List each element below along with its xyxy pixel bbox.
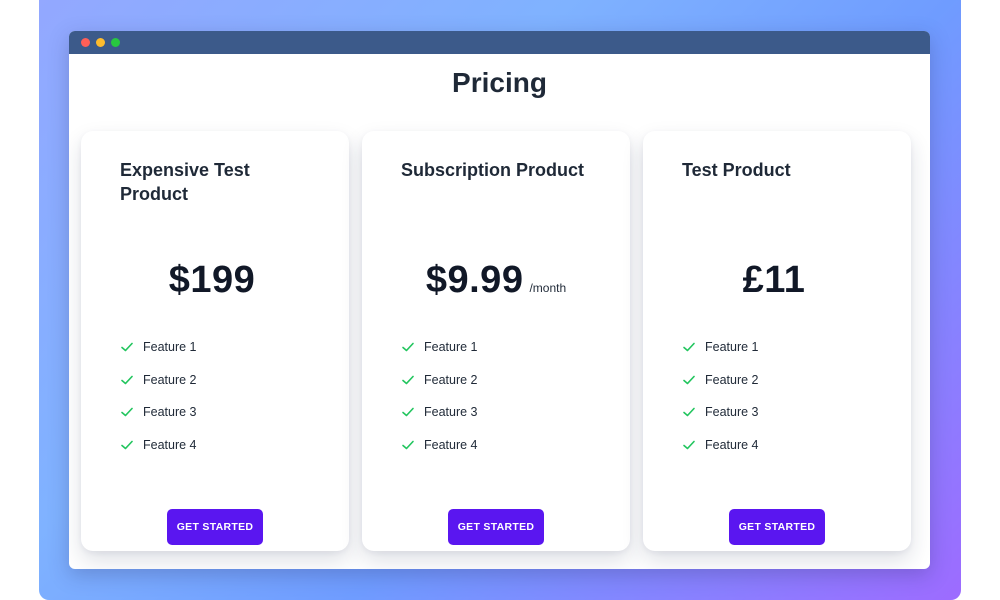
check-icon: [682, 341, 696, 353]
feature-item: Feature 2: [682, 364, 759, 397]
check-icon: [120, 406, 134, 418]
browser-window: Pricing Expensive Test Product $199 Feat…: [69, 31, 930, 569]
check-icon: [401, 439, 415, 451]
page-title: Pricing: [452, 67, 547, 98]
feature-list: Feature 1 Feature 2 Feature 3 Feature 4: [682, 331, 759, 461]
price-row: $9.99 /month: [362, 259, 630, 303]
minimize-dot-icon[interactable]: [96, 38, 105, 47]
feature-item: Feature 4: [401, 429, 478, 462]
check-icon: [401, 341, 415, 353]
feature-item: Feature 2: [120, 364, 197, 397]
check-icon: [120, 341, 134, 353]
feature-item: Feature 1: [401, 331, 478, 364]
feature-list: Feature 1 Feature 2 Feature 3 Feature 4: [120, 331, 197, 461]
price-row: £11: [643, 259, 911, 303]
check-icon: [120, 374, 134, 386]
pricing-card-expensive: Expensive Test Product $199 Feature 1 Fe…: [81, 131, 349, 551]
feature-list: Feature 1 Feature 2 Feature 3 Feature 4: [401, 331, 478, 461]
product-price: £11: [742, 259, 806, 301]
check-icon: [682, 439, 696, 451]
product-price: $9.99: [425, 259, 524, 301]
product-price: $199: [168, 259, 256, 301]
feature-label: Feature 1: [143, 340, 197, 355]
feature-item: Feature 3: [120, 396, 197, 429]
maximize-dot-icon[interactable]: [111, 38, 120, 47]
feature-label: Feature 3: [143, 405, 197, 420]
feature-label: Feature 3: [424, 405, 478, 420]
feature-item: Feature 4: [120, 429, 197, 462]
feature-label: Feature 2: [705, 372, 759, 387]
feature-item: Feature 4: [682, 429, 759, 462]
product-name: Subscription Product: [401, 160, 585, 180]
feature-label: Feature 1: [705, 340, 759, 355]
product-name: Expensive Test Product: [120, 160, 250, 204]
price-period: /month: [529, 281, 567, 295]
feature-label: Feature 2: [424, 372, 478, 387]
feature-label: Feature 4: [424, 438, 478, 453]
product-name: Test Product: [682, 160, 791, 180]
check-icon: [682, 374, 696, 386]
feature-label: Feature 4: [705, 438, 759, 453]
screenshot-frame: Pricing Expensive Test Product $199 Feat…: [39, 0, 961, 600]
price-row: $199: [81, 259, 349, 303]
feature-label: Feature 3: [705, 405, 759, 420]
check-icon: [401, 406, 415, 418]
feature-item: Feature 2: [401, 364, 478, 397]
feature-label: Feature 1: [424, 340, 478, 355]
check-icon: [682, 406, 696, 418]
feature-item: Feature 1: [682, 331, 759, 364]
get-started-button[interactable]: GET STARTED: [167, 509, 263, 545]
window-titlebar: [69, 31, 930, 54]
feature-item: Feature 3: [682, 396, 759, 429]
pricing-card-test: Test Product £11 Feature 1 Feature 2 Fea…: [643, 131, 911, 551]
feature-item: Feature 1: [120, 331, 197, 364]
check-icon: [401, 374, 415, 386]
feature-label: Feature 2: [143, 372, 197, 387]
close-dot-icon[interactable]: [81, 38, 90, 47]
get-started-button[interactable]: GET STARTED: [448, 509, 544, 545]
check-icon: [120, 439, 134, 451]
get-started-button[interactable]: GET STARTED: [729, 509, 825, 545]
feature-label: Feature 4: [143, 438, 197, 453]
pricing-card-subscription: Subscription Product $9.99 /month Featur…: [362, 131, 630, 551]
feature-item: Feature 3: [401, 396, 478, 429]
